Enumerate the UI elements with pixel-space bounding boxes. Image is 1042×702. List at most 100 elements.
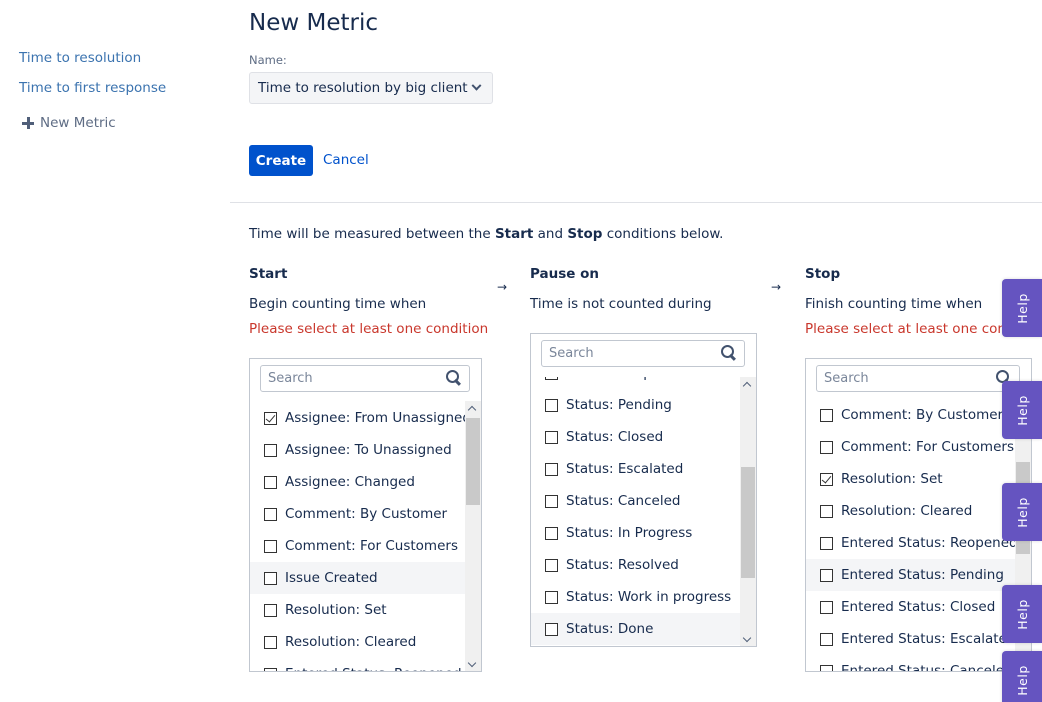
start-scrollbar[interactable] xyxy=(465,401,481,671)
help-tab[interactable]: Help xyxy=(1002,585,1042,643)
checkbox[interactable] xyxy=(820,472,833,486)
checkbox[interactable] xyxy=(820,600,833,614)
start-search[interactable] xyxy=(260,365,470,392)
condition-item[interactable]: Entered Status: Closed xyxy=(806,591,1015,623)
checkbox[interactable] xyxy=(545,462,558,476)
condition-label: Comment: For Customers xyxy=(285,538,458,554)
checkbox[interactable] xyxy=(545,430,558,444)
scroll-up-icon[interactable] xyxy=(742,381,752,391)
help-label: Help xyxy=(1014,292,1030,324)
checkbox[interactable] xyxy=(264,507,277,521)
condition-label: Status: Done xyxy=(566,621,654,637)
checkbox[interactable] xyxy=(545,590,558,604)
help-tab[interactable]: Help xyxy=(1002,279,1042,337)
condition-item[interactable]: Assignee: Changed xyxy=(250,466,465,498)
condition-item[interactable]: Resolution: Cleared xyxy=(806,495,1015,527)
condition-item[interactable]: Issue Created xyxy=(250,562,465,594)
help-tab[interactable]: Help xyxy=(1002,381,1042,439)
condition-item[interactable]: Resolution: Set xyxy=(250,594,465,626)
condition-item[interactable]: Status: Reopened xyxy=(531,377,740,389)
condition-label: Status: Closed xyxy=(566,429,664,445)
condition-item[interactable]: Status: Work in progress xyxy=(531,581,740,613)
checkbox[interactable] xyxy=(264,443,277,457)
stop-search[interactable] xyxy=(816,365,1020,392)
condition-item[interactable]: Comment: By Customer xyxy=(806,399,1015,431)
pause-search[interactable] xyxy=(541,340,745,367)
checkbox[interactable] xyxy=(545,398,558,412)
condition-label: Status: Reopened xyxy=(566,377,686,381)
condition-label: Status: Canceled xyxy=(566,493,681,509)
checkbox[interactable] xyxy=(545,622,558,636)
cancel-link[interactable]: Cancel xyxy=(323,152,369,168)
condition-label: Resolution: Set xyxy=(285,602,387,618)
condition-item[interactable]: Entered Status: Escalated xyxy=(806,623,1015,655)
condition-label: Assignee: Changed xyxy=(285,474,415,490)
help-tab[interactable]: Help xyxy=(1002,651,1042,702)
condition-label: Entered Status: Canceled xyxy=(841,663,1013,672)
condition-item[interactable]: Status: Closed xyxy=(531,421,740,453)
condition-item[interactable]: Status: In Progress xyxy=(531,517,740,549)
scrollbar-thumb[interactable] xyxy=(741,467,755,578)
scroll-down-icon[interactable] xyxy=(742,633,752,643)
pause-scrollbar[interactable] xyxy=(740,377,756,646)
sidebar-item-time-to-resolution[interactable]: Time to resolution xyxy=(19,48,219,78)
stop-title: Stop xyxy=(805,266,841,282)
create-button[interactable]: Create xyxy=(249,145,313,176)
condition-item[interactable]: Comment: For Customers xyxy=(806,431,1015,463)
condition-label: Entered Status: Reopened xyxy=(285,666,462,671)
checkbox[interactable] xyxy=(264,603,277,617)
start-search-input[interactable] xyxy=(268,371,439,386)
new-metric-link[interactable]: New Metric xyxy=(19,108,219,138)
checkbox[interactable] xyxy=(264,571,277,585)
condition-item[interactable]: Status: Resolved xyxy=(531,549,740,581)
condition-item[interactable]: Resolution: Cleared xyxy=(250,626,465,658)
checkbox[interactable] xyxy=(820,632,833,646)
condition-item[interactable]: Comment: By Customer xyxy=(250,498,465,530)
name-select[interactable]: Time to resolution by big client xyxy=(249,72,493,104)
checkbox[interactable] xyxy=(820,568,833,582)
checkbox[interactable] xyxy=(264,667,277,671)
stop-search-input[interactable] xyxy=(824,371,990,386)
checkbox[interactable] xyxy=(545,377,558,380)
pause-search-input[interactable] xyxy=(549,346,715,361)
scroll-down-icon[interactable] xyxy=(467,658,477,668)
condition-label: Status: Pending xyxy=(566,397,672,413)
condition-label: Comment: For Customers xyxy=(841,439,1014,455)
checkbox[interactable] xyxy=(820,664,833,671)
condition-item[interactable]: Assignee: To Unassigned xyxy=(250,434,465,466)
sidebar-item-time-to-first-response[interactable]: Time to first response xyxy=(19,78,219,108)
help-label: Help xyxy=(1014,394,1030,426)
condition-item[interactable]: Assignee: From Unassigned xyxy=(250,402,465,434)
checkbox[interactable] xyxy=(820,440,833,454)
condition-item[interactable]: Entered Status: Pending xyxy=(806,559,1015,591)
checkbox[interactable] xyxy=(820,536,833,550)
condition-item[interactable]: Entered Status: Reopened xyxy=(250,658,465,671)
condition-item[interactable]: Comment: For Customers xyxy=(250,530,465,562)
scrollbar-thumb[interactable] xyxy=(466,418,480,505)
intro-stop-word: Stop xyxy=(567,226,603,242)
pause-conditions-list: Status: Reopened Status: Pending Status: C… xyxy=(531,377,740,646)
condition-item[interactable]: Status: Canceled xyxy=(531,485,740,517)
condition-item[interactable]: Entered Status: Canceled xyxy=(806,655,1015,672)
intro-suffix: conditions below. xyxy=(602,226,724,242)
condition-item[interactable]: Status: Done xyxy=(531,613,740,645)
checkbox[interactable] xyxy=(264,411,277,425)
checkbox[interactable] xyxy=(545,558,558,572)
checkbox[interactable] xyxy=(264,635,277,649)
condition-item[interactable]: Entered Status: Reopened xyxy=(806,527,1015,559)
start-error: Please select at least one condition xyxy=(249,321,489,337)
checkbox[interactable] xyxy=(264,539,277,553)
checkbox[interactable] xyxy=(820,504,833,518)
condition-item[interactable]: Resolution: Set xyxy=(806,463,1015,495)
scroll-up-icon[interactable] xyxy=(467,405,477,415)
start-subtitle: Begin counting time when xyxy=(249,296,427,312)
checkbox[interactable] xyxy=(820,408,833,422)
checkbox[interactable] xyxy=(545,494,558,508)
help-tab[interactable]: Help xyxy=(1002,483,1042,541)
checkbox[interactable] xyxy=(545,526,558,540)
pause-title: Pause on xyxy=(530,266,600,282)
condition-item[interactable]: Status: Escalated xyxy=(531,453,740,485)
checkbox[interactable] xyxy=(264,475,277,489)
condition-label: Assignee: From Unassigned xyxy=(285,410,465,426)
condition-item[interactable]: Status: Pending xyxy=(531,389,740,421)
